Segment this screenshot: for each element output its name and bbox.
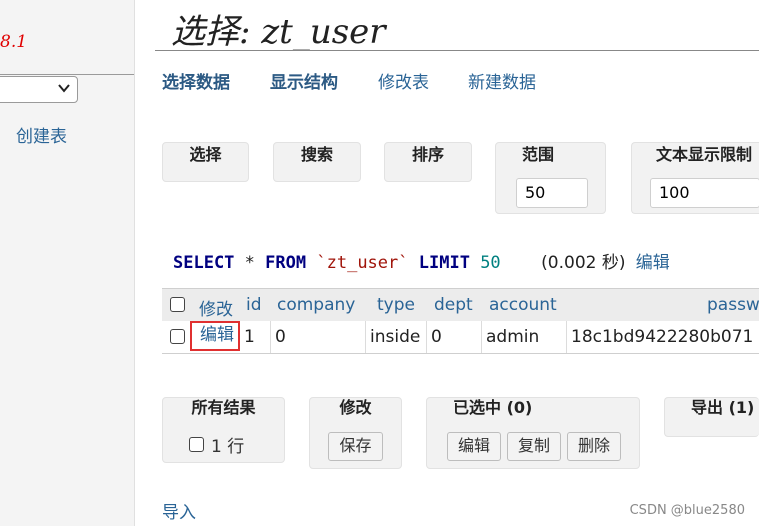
- export-box[interactable]: 导出 (1): [664, 397, 759, 437]
- watermark: CSDN @blue2580: [629, 503, 745, 518]
- sidebar-separator: [0, 74, 134, 75]
- save-button[interactable]: 保存: [328, 432, 383, 461]
- sql-query: SELECT * FROM `zt_user` LIMIT 50 (0.002 …: [173, 248, 670, 273]
- all-results-checkbox[interactable]: [189, 437, 204, 452]
- edit-query-link[interactable]: 编辑: [636, 253, 670, 273]
- table-header: 修改 id company type dept account passw: [162, 288, 759, 322]
- row-count: 1 行: [211, 437, 245, 457]
- column-header-modify: 修改: [199, 300, 233, 320]
- main-content: 选择: zt_user 选择数据 显示结构 修改表 新建数据 选择 搜索 排序 …: [135, 0, 759, 526]
- limit-label: 范围: [522, 145, 555, 164]
- query-time: (0.002 秒): [541, 253, 626, 273]
- edit-button[interactable]: 编辑: [447, 432, 501, 461]
- sql-limit-value: 50: [480, 253, 501, 273]
- chevron-down-icon: [57, 81, 71, 99]
- selected-label: 已选中 (0): [453, 398, 533, 417]
- select-columns-box[interactable]: 选择: [162, 142, 249, 182]
- all-results-label: 所有结果: [191, 398, 256, 417]
- cell-id: 1: [240, 321, 271, 353]
- tab-show-structure[interactable]: 显示结构: [270, 68, 338, 93]
- column-header-account[interactable]: account: [489, 295, 557, 315]
- select-all-checkbox[interactable]: [170, 297, 185, 312]
- cell-account: admin: [482, 321, 567, 353]
- column-header-type[interactable]: type: [377, 295, 415, 315]
- row-checkbox[interactable]: [170, 329, 185, 344]
- tab-new-item[interactable]: 新建数据: [468, 68, 536, 93]
- sql-from-keyword: FROM: [265, 253, 307, 273]
- page-title: 选择: zt_user: [171, 12, 386, 52]
- cell-password: 18c1bd9422280b071: [571, 327, 754, 347]
- database-select[interactable]: [0, 76, 78, 103]
- title-divider: [155, 50, 759, 51]
- sql-select-keyword: SELECT: [173, 253, 235, 273]
- cell-type: inside: [366, 321, 427, 353]
- table-row: 1 0 inside 0 admin 18c1bd9422280b071: [162, 321, 759, 354]
- column-header-company[interactable]: company: [277, 295, 355, 315]
- sql-star: *: [244, 253, 255, 273]
- modify-box: 修改 保存: [309, 397, 402, 469]
- limit-input[interactable]: 50: [516, 178, 588, 208]
- row-edit-link[interactable]: 编辑: [190, 321, 240, 351]
- modify-label: 修改: [339, 398, 372, 417]
- create-table-link[interactable]: 创建表: [16, 122, 67, 147]
- column-header-password[interactable]: passw: [707, 295, 759, 315]
- sidebar: 8.1 创建表: [0, 0, 135, 526]
- delete-button[interactable]: 删除: [567, 432, 621, 461]
- cell-company: 0: [271, 321, 366, 353]
- sort-box[interactable]: 排序: [384, 142, 472, 182]
- all-results-box: 所有结果 1 行: [162, 397, 285, 463]
- column-header-dept[interactable]: dept: [434, 295, 473, 315]
- sql-limit-keyword: LIMIT: [418, 253, 470, 273]
- export-label[interactable]: 导出 (1): [665, 388, 759, 428]
- text-length-input[interactable]: 100: [650, 178, 759, 208]
- sql-table-name: `zt_user`: [316, 253, 409, 273]
- clone-button[interactable]: 复制: [507, 432, 561, 461]
- search-box[interactable]: 搜索: [273, 142, 361, 182]
- text-length-label: 文本显示限制: [656, 145, 753, 164]
- tab-alter-table[interactable]: 修改表: [378, 68, 429, 93]
- text-length-box: 文本显示限制 100: [631, 142, 759, 214]
- cell-dept: 0: [427, 321, 482, 353]
- select-label[interactable]: 选择: [163, 135, 248, 175]
- limit-box: 范围 50: [495, 142, 606, 214]
- selected-box: 已选中 (0) 编辑 复制 删除: [426, 397, 640, 469]
- column-header-id[interactable]: id: [246, 295, 262, 315]
- version-text: 8.1: [0, 32, 28, 52]
- search-label[interactable]: 搜索: [274, 135, 360, 175]
- import-link[interactable]: 导入: [162, 498, 196, 523]
- tab-select-data[interactable]: 选择数据: [162, 68, 230, 93]
- sort-label[interactable]: 排序: [385, 135, 471, 175]
